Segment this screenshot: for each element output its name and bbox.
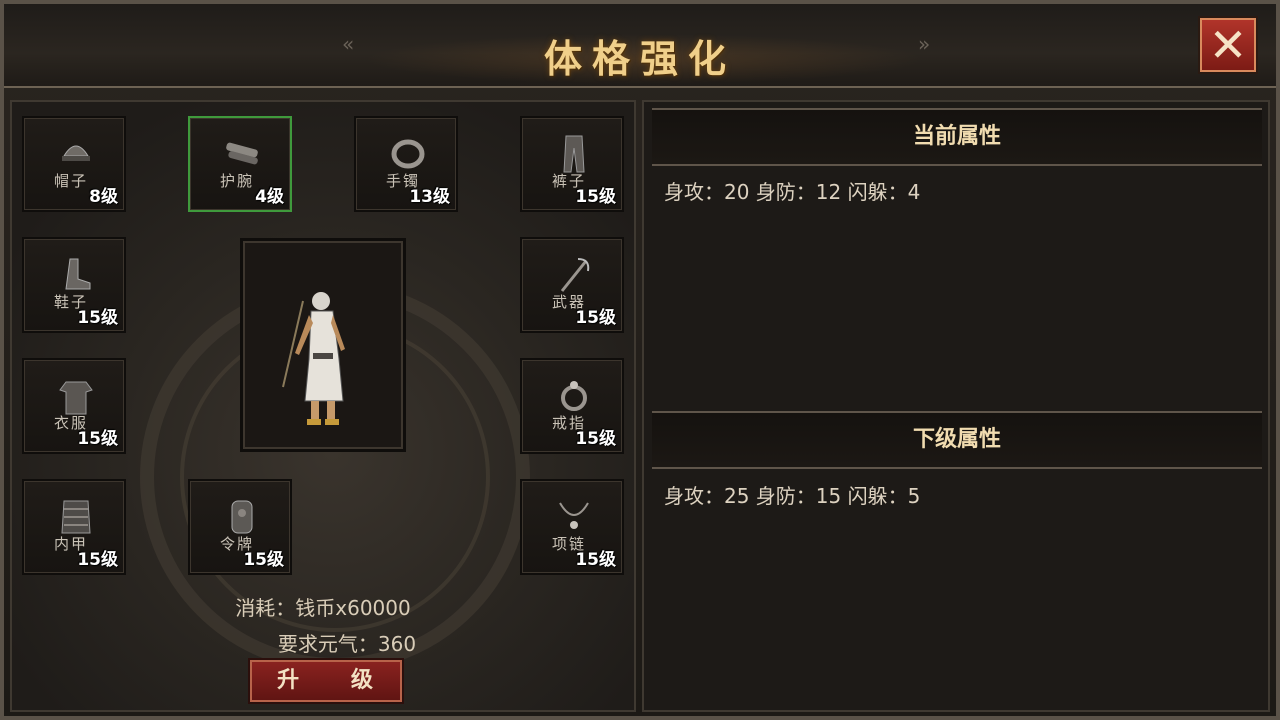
character-portrait <box>240 238 406 452</box>
upgrade-button[interactable]: 升 级 <box>248 658 404 704</box>
slot-level: 15级 <box>575 550 616 570</box>
slot-armor[interactable]: 内甲 15级 <box>22 479 126 575</box>
slot-necklace[interactable]: 项链 15级 <box>520 479 624 575</box>
slot-level: 15级 <box>243 550 284 570</box>
slot-bracelet[interactable]: 手镯 13级 <box>354 116 458 212</box>
slot-level: 15级 <box>77 308 118 328</box>
slot-weapon[interactable]: 武器 15级 <box>520 237 624 333</box>
slot-level: 15级 <box>575 187 616 207</box>
bracelet-icon <box>391 139 425 169</box>
current-attr-header: 当前属性 <box>652 108 1262 166</box>
slot-level: 13级 <box>409 187 450 207</box>
window-title: 体格强化 <box>543 37 736 81</box>
slot-pants[interactable]: 裤子 15级 <box>520 116 624 212</box>
hat-icon <box>62 145 90 161</box>
cost-requirement: 要求元气：360 <box>277 632 417 656</box>
character-figure-icon <box>282 292 345 425</box>
slot-level: 15级 <box>575 308 616 328</box>
slot-name: 护腕 <box>220 172 255 190</box>
wrist-guard-icon <box>226 142 258 165</box>
cost-consume: 消耗：钱币x60000 <box>235 596 411 620</box>
slot-level: 15级 <box>77 550 118 570</box>
pants-icon <box>563 135 585 173</box>
ring-icon <box>561 381 587 411</box>
next-attr-header: 下级属性 <box>652 411 1262 469</box>
slot-level: 4级 <box>255 187 284 207</box>
current-attr-values: 身攻：20 身防：12 闪躲：4 <box>664 180 921 204</box>
armor-icon <box>61 500 91 534</box>
slot-clothes[interactable]: 衣服 15级 <box>22 358 126 454</box>
slot-level: 15级 <box>575 429 616 449</box>
close-button[interactable]: ✕ <box>1198 16 1258 74</box>
slot-ring[interactable]: 戒指 15级 <box>520 358 624 454</box>
slot-hat[interactable]: 帽子 8级 <box>22 116 126 212</box>
necklace-icon <box>559 502 589 529</box>
slot-wrist[interactable]: 护腕 4级 <box>188 116 292 212</box>
slot-level: 8级 <box>89 187 118 207</box>
slot-level: 15级 <box>77 429 118 449</box>
next-attr-values: 身攻：25 身防：15 闪躲：5 <box>664 484 921 508</box>
slot-name: 帽子 <box>54 172 89 190</box>
token-icon <box>231 500 253 534</box>
weapon-icon <box>560 258 590 292</box>
slot-token[interactable]: 令牌 15级 <box>188 479 292 575</box>
clothes-icon <box>59 381 93 415</box>
shoes-icon <box>65 258 91 290</box>
slot-shoes[interactable]: 鞋子 15级 <box>22 237 126 333</box>
